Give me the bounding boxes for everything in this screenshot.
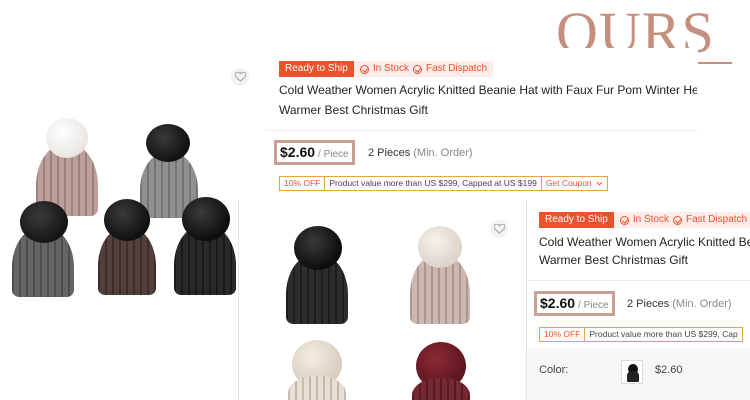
product-image-bottom[interactable] (240, 200, 526, 400)
price-value: $2.60 (540, 295, 576, 311)
stock-badge: In Stock Fast Dispatch (613, 212, 750, 228)
check-circle-icon (359, 64, 369, 74)
price-box: $2.60 / Piece (534, 291, 615, 316)
min-order: 2 Pieces (Min. Order) (368, 147, 473, 159)
fast-dispatch-label: Fast Dispatch (425, 63, 488, 74)
product-image-middle[interactable] (0, 195, 240, 305)
stock-badge: In Stock Fast Dispatch (353, 61, 494, 77)
get-coupon-label: Get Coupon (545, 178, 592, 188)
fast-dispatch-label: Fast Dispatch (685, 214, 748, 225)
top-listing: Ready to Ship In Stock Fast Dispatch Col… (266, 48, 698, 198)
favorite-button[interactable] (231, 68, 249, 86)
price-value: $2.60 (280, 144, 316, 160)
divider (527, 280, 750, 281)
panel-divider (238, 200, 239, 400)
favorite-button[interactable] (490, 220, 508, 238)
check-circle-icon (672, 215, 682, 225)
coupon-discount: 10% OFF (540, 328, 586, 341)
coupon-description: Product value more than US $299, Capped … (329, 178, 537, 188)
heart-icon (234, 72, 246, 82)
listing-badges: Ready to Ship In Stock Fast Dispatch (279, 61, 494, 77)
in-stock-label: In Stock (632, 214, 669, 225)
ready-to-ship-badge: Ready to Ship (539, 212, 614, 228)
bottom-listing: Ready to Ship In Stock Fast Dispatch Col… (527, 200, 750, 400)
color-label: Color: (539, 364, 569, 376)
in-stock-label: In Stock (372, 63, 409, 74)
product-image-top[interactable] (0, 48, 266, 218)
heart-icon (493, 224, 505, 234)
product-title-line-1[interactable]: Cold Weather Women Acrylic Knitted Beani… (279, 80, 697, 100)
min-order-value: 2 Pieces (368, 147, 411, 159)
coupon-description: Product value more than US $299, Cap (589, 329, 738, 339)
chevron-down-icon (596, 181, 603, 186)
check-circle-icon (412, 64, 422, 74)
coupon-bar: 10% OFF Product value more than US $299,… (279, 176, 609, 191)
color-price: $2.60 (655, 364, 683, 376)
min-order-label: (Min. Order) (413, 147, 473, 159)
ready-to-ship-badge: Ready to Ship (279, 61, 354, 77)
min-order: 2 Pieces (Min. Order) (627, 298, 732, 310)
coupon-bar: 10% OFF Product value more than US $299,… (539, 327, 743, 342)
divider (266, 130, 698, 131)
check-circle-icon (619, 215, 629, 225)
product-title-line-2[interactable]: Warmer Best Christmas Gift (539, 250, 750, 270)
get-coupon-button[interactable]: Get Coupon (540, 177, 607, 190)
min-order-value: 2 Pieces (627, 298, 670, 310)
min-order-label: (Min. Order) (672, 298, 732, 310)
product-title-line-2[interactable]: Warmer Best Christmas Gift (279, 100, 697, 120)
price-unit: / Piece (318, 149, 349, 160)
listing-badges: Ready to Ship In Stock Fast Dispatch (539, 212, 750, 228)
coupon-discount: 10% OFF (280, 177, 326, 190)
price-unit: / Piece (578, 300, 609, 311)
color-swatch[interactable] (621, 360, 643, 384)
product-title-line-1[interactable]: Cold Weather Women Acrylic Knitted Bea (539, 232, 750, 252)
price-box: $2.60 / Piece (274, 140, 355, 165)
